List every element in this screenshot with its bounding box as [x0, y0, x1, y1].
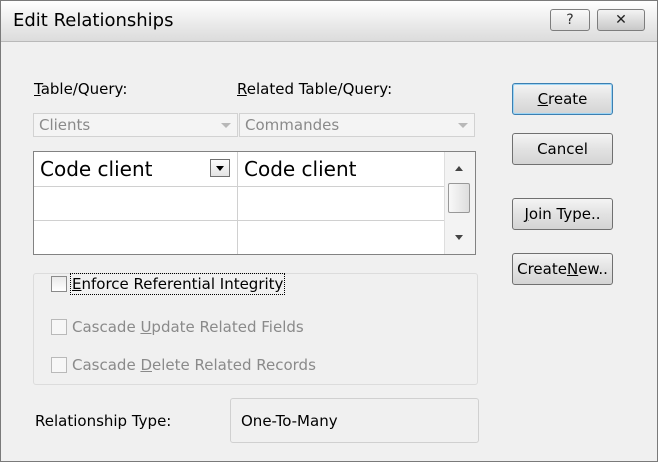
create-mnemonic: C	[537, 90, 549, 108]
field-mapping-grid[interactable]: Code client Code client	[33, 151, 476, 255]
table-query-combo[interactable]: Clients	[33, 113, 238, 137]
cascade-delete-checkbox[interactable]	[51, 357, 67, 373]
grid-row-divider	[34, 220, 444, 221]
grid-row1-right-field[interactable]: Code client	[244, 157, 357, 181]
scrollbar-thumb[interactable]	[448, 183, 470, 213]
enforce-integrity-label-text: nforce Referential Integrity	[81, 275, 284, 293]
relationship-type-box: One-To-Many	[230, 398, 479, 443]
cascade-update-prefix: Cascade	[72, 318, 141, 336]
create-new-label: ew..	[578, 260, 608, 278]
chevron-down-icon	[216, 165, 224, 171]
related-table-query-label: Related Table/Query:	[237, 80, 392, 98]
relationship-type-label: Relationship Type:	[35, 412, 172, 430]
edit-relationships-dialog: Edit Relationships ? ✕ Table/Query: Rela…	[0, 0, 658, 462]
field-dropdown-button[interactable]	[210, 159, 230, 177]
title-bar[interactable]: Edit Relationships ? ✕	[1, 1, 657, 42]
cascade-delete-label[interactable]: Cascade Delete Related Records	[72, 356, 316, 374]
table-query-mnemonic: T	[34, 80, 41, 98]
cascade-update-checkbox[interactable]	[51, 319, 67, 335]
chevron-down-icon	[221, 123, 231, 128]
grid-column-divider	[237, 152, 238, 254]
create-new-button[interactable]: Create New..	[512, 253, 613, 285]
cascade-delete-prefix: Cascade	[72, 356, 141, 374]
related-table-query-mnemonic: R	[237, 80, 247, 98]
enforce-integrity-checkbox[interactable]	[51, 276, 67, 292]
create-new-mnemonic: N	[566, 260, 579, 278]
grid-vertical-scrollbar[interactable]	[444, 152, 475, 254]
join-type-label: oin Type..	[528, 205, 601, 223]
scroll-down-arrow-icon[interactable]	[455, 235, 463, 240]
cascade-delete-label-text: elete Related Records	[152, 356, 316, 374]
window-title: Edit Relationships	[13, 10, 174, 31]
create-label: reate	[548, 90, 588, 108]
scroll-up-arrow-icon[interactable]	[455, 166, 463, 171]
cascade-delete-mnemonic: D	[140, 356, 152, 374]
cascade-update-label[interactable]: Cascade Update Related Fields	[72, 318, 304, 336]
close-icon: ✕	[615, 12, 627, 28]
cascade-update-mnemonic: U	[140, 318, 152, 336]
help-icon: ?	[566, 12, 574, 28]
table-query-value: Clients	[39, 116, 91, 134]
related-table-query-label-text: elated Table/Query:	[246, 80, 393, 98]
cancel-button[interactable]: Cancel	[512, 133, 613, 165]
cascade-update-label-text: pdate Related Fields	[151, 318, 304, 336]
create-new-prefix: Create	[517, 260, 567, 278]
enforce-integrity-label[interactable]: Enforce Referential Integrity	[69, 273, 286, 295]
create-button[interactable]: Create	[512, 83, 613, 115]
chevron-down-icon	[458, 123, 468, 128]
grid-row1-left-field[interactable]: Code client	[40, 157, 153, 181]
close-button[interactable]: ✕	[597, 9, 645, 31]
grid-row-divider	[34, 186, 444, 187]
help-button[interactable]: ?	[550, 9, 590, 31]
join-type-button[interactable]: Join Type..	[512, 198, 613, 230]
related-table-query-value: Commandes	[245, 116, 340, 134]
related-table-query-combo[interactable]: Commandes	[239, 113, 475, 137]
table-query-label: Table/Query:	[34, 80, 127, 98]
relationship-type-value: One-To-Many	[241, 412, 338, 430]
table-query-label-text: able/Query:	[40, 80, 128, 98]
